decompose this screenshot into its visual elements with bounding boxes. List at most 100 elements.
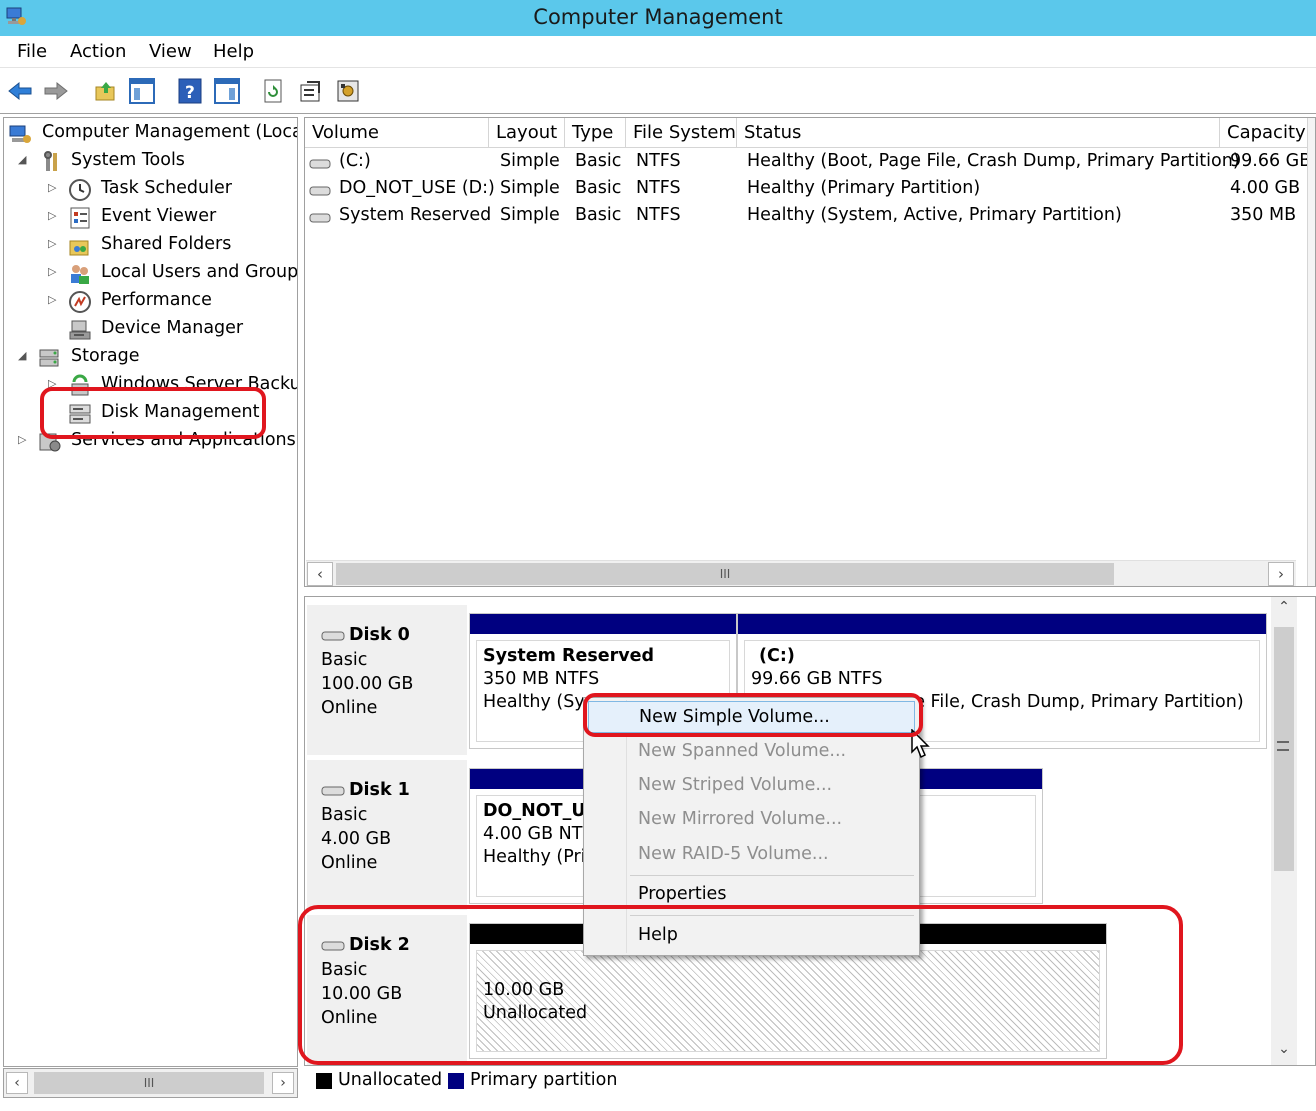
collapse-icon[interactable]: ◢ (18, 349, 26, 362)
disk-state: Online (321, 1008, 378, 1028)
expand-icon[interactable]: ▷ (48, 265, 56, 278)
column-header-layout[interactable]: Layout (489, 118, 565, 148)
scroll-thumb[interactable]: III (336, 563, 1114, 585)
menu-separator (630, 875, 914, 876)
column-header-volume[interactable]: Volume (305, 118, 489, 148)
device-manager-icon (69, 320, 91, 340)
show-hide-tree-icon[interactable] (128, 77, 156, 105)
expand-icon[interactable]: ▷ (48, 377, 56, 390)
scroll-grip-icon (1277, 741, 1289, 751)
legend-label-primary: Primary partition (470, 1070, 618, 1090)
forward-arrow-icon[interactable] (42, 77, 70, 105)
expand-icon[interactable]: ▷ (48, 293, 56, 306)
volume-row[interactable]: (C:) Simple Basic NTFS Healthy (Boot, Pa… (305, 150, 1315, 176)
event-viewer-icon (70, 207, 90, 229)
disk-name: Disk 1 (349, 780, 410, 800)
tree-item-event-viewer[interactable]: ▷ Event Viewer (48, 205, 297, 231)
tree-item-disk-management[interactable]: Disk Management (68, 401, 297, 427)
volume-row[interactable]: System Reserved Simple Basic NTFS Health… (305, 204, 1315, 230)
up-folder-icon[interactable] (92, 77, 120, 105)
menu-action[interactable]: Action (70, 41, 126, 62)
volume-list: Volume Layout Type File System Status Ca… (304, 117, 1316, 587)
tree-label: Task Scheduler (101, 178, 232, 198)
expand-icon[interactable]: ▷ (48, 181, 56, 194)
menu-item-new-simple-volume[interactable]: New Simple Volume... (588, 701, 915, 733)
tree-label: Shared Folders (101, 234, 232, 254)
tree-item-device-manager[interactable]: Device Manager (68, 317, 297, 343)
back-arrow-icon[interactable] (6, 77, 34, 105)
menu-item-new-raid5-volume[interactable]: New RAID-5 Volume... (588, 839, 915, 871)
menu-item-properties[interactable]: Properties (588, 879, 915, 911)
properties-icon[interactable] (297, 77, 325, 105)
expand-icon[interactable]: ▷ (18, 433, 26, 446)
menu-help[interactable]: Help (213, 41, 254, 62)
volume-list-horizontal-scrollbar[interactable]: ‹ III › (306, 560, 1296, 586)
scroll-up-icon[interactable]: ⌃ (1273, 599, 1295, 621)
volume-capacity: 350 MB (1230, 205, 1297, 225)
tree-label: Local Users and Groups (101, 262, 298, 282)
volume-name: DO_NOT_USE (D:) (339, 178, 495, 198)
disk-size: 100.00 GB (321, 674, 414, 694)
legend: Unallocated Primary partition (304, 1068, 1316, 1096)
menu-item-new-spanned-volume[interactable]: New Spanned Volume... (588, 736, 915, 768)
volume-status: Healthy (Primary Partition) (747, 178, 981, 198)
disk-size: 4.00 GB (321, 829, 392, 849)
show-hide-action-pane-icon[interactable] (213, 77, 241, 105)
tree-item-task-scheduler[interactable]: ▷ Task Scheduler (48, 177, 297, 203)
volume-layout: Simple (500, 151, 560, 171)
scroll-thumb[interactable]: III (34, 1072, 264, 1094)
tree-item-computer-management[interactable]: Computer Management (Local (8, 121, 297, 147)
tree-item-performance[interactable]: ▷ Performance (48, 289, 297, 315)
tree-item-shared-folders[interactable]: ▷ Shared Folders (48, 233, 297, 259)
computer-icon (9, 125, 31, 143)
menu-item-new-mirrored-volume[interactable]: New Mirrored Volume... (588, 804, 915, 836)
volume-status: Healthy (Boot, Page File, Crash Dump, Pr… (747, 151, 1240, 171)
scroll-left-icon[interactable]: ‹ (307, 562, 333, 586)
legend-label-unallocated: Unallocated (338, 1070, 443, 1090)
partition-detail: 99.66 GB NTFS (751, 669, 883, 689)
menu-item-help[interactable]: Help (588, 920, 915, 952)
mouse-pointer-icon (911, 729, 930, 759)
settings-icon[interactable] (334, 77, 362, 105)
tree-item-storage[interactable]: ◢ Storage (18, 345, 297, 371)
tree-horizontal-scrollbar[interactable]: ‹ III › (3, 1068, 298, 1098)
collapse-icon[interactable]: ◢ (18, 153, 26, 166)
tree-item-windows-server-backup[interactable]: ▷ Windows Server Backup (48, 373, 297, 399)
menu-bar: File Action View Help (0, 36, 1316, 68)
storage-icon (39, 349, 59, 367)
users-icon (71, 265, 89, 284)
scroll-right-icon[interactable]: › (1268, 562, 1294, 586)
volume-list-header: Volume Layout Type File System Status Ca… (305, 118, 1315, 148)
disk-0-label[interactable]: Disk 0 Basic 100.00 GB Online (307, 605, 467, 755)
column-header-capacity[interactable]: Capacity (1220, 118, 1310, 148)
disk-1-label[interactable]: Disk 1 Basic 4.00 GB Online (307, 760, 467, 910)
tree-item-local-users-and-groups[interactable]: ▷ Local Users and Groups (48, 261, 298, 287)
menu-view[interactable]: View (149, 41, 192, 62)
volume-name: (C:) (339, 151, 371, 171)
expand-icon[interactable]: ▷ (48, 209, 56, 222)
disk-2-label[interactable]: Disk 2 Basic 10.00 GB Online (307, 915, 467, 1065)
disk-map-vertical-scrollbar[interactable]: ⌃ ⌄ (1271, 597, 1297, 1065)
drive-icon (309, 159, 331, 169)
volume-file-system: NTFS (636, 205, 681, 225)
volume-row[interactable]: DO_NOT_USE (D:) Simple Basic NTFS Health… (305, 177, 1315, 203)
expand-icon[interactable]: ▷ (48, 237, 56, 250)
tree-item-services-and-applications[interactable]: ▷ Services and Applications (18, 429, 297, 455)
volume-capacity: 4.00 GB (1230, 178, 1301, 198)
help-icon[interactable]: ? (176, 77, 204, 105)
scroll-right-icon[interactable]: › (272, 1072, 294, 1094)
column-header-file-system[interactable]: File System (626, 118, 737, 148)
partition-detail: Unallocated (483, 1003, 588, 1023)
menu-item-new-striped-volume[interactable]: New Striped Volume... (588, 770, 915, 802)
volume-type: Basic (575, 178, 622, 198)
scroll-left-icon[interactable]: ‹ (6, 1072, 28, 1094)
scroll-down-icon[interactable]: ⌄ (1273, 1041, 1295, 1063)
column-header-status[interactable]: Status (737, 118, 1220, 148)
menu-file[interactable]: File (17, 41, 47, 62)
volume-status: Healthy (System, Active, Primary Partiti… (747, 205, 1122, 225)
column-header-type[interactable]: Type (565, 118, 626, 148)
refresh-icon[interactable] (259, 77, 287, 105)
backup-icon (71, 374, 89, 396)
tree-item-system-tools[interactable]: ◢ System Tools (18, 149, 297, 175)
partition-title: (C:) (759, 646, 795, 666)
